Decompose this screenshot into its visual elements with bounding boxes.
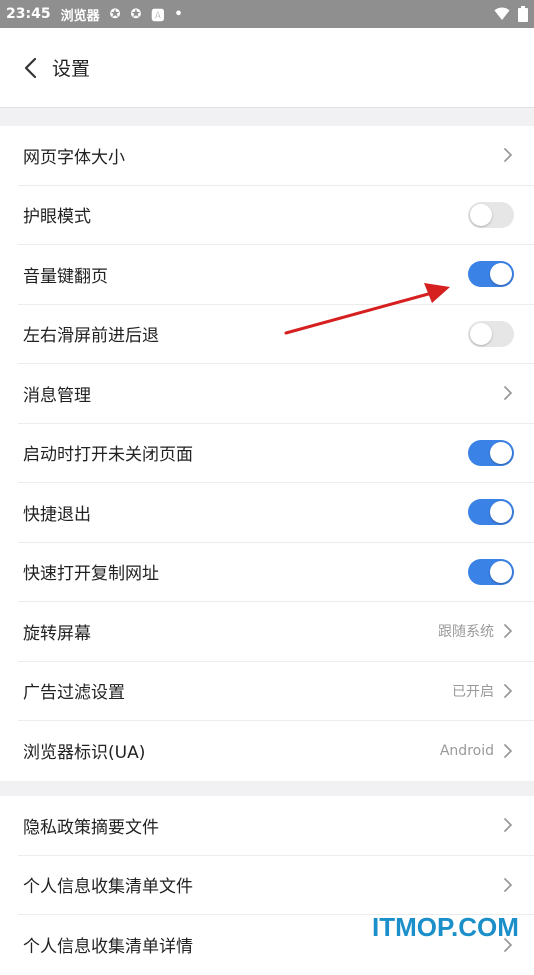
- chevron-right-icon: [504, 743, 512, 758]
- back-button[interactable]: [0, 28, 60, 108]
- settings-row-label: 浏览器标识(UA): [23, 743, 146, 764]
- settings-row-label: 广告过滤设置: [23, 683, 125, 704]
- settings-group-privacy: 隐私政策摘要文件 个人信息收集清单文件 个人信息收集清单详情: [0, 796, 534, 975]
- settings-row-label: 快捷退出: [23, 504, 91, 525]
- chevron-right-icon: [504, 624, 512, 639]
- toggle-knob: [470, 322, 492, 345]
- settings-row[interactable]: 旋转屏幕 跟随系统: [18, 602, 534, 662]
- header-bar: 设置: [0, 28, 534, 108]
- chevron-right-icon: [504, 818, 512, 833]
- status-bar: 23:45 浏览器 ✪ ✪ 🅰 •: [0, 0, 534, 28]
- dot-icon: •: [174, 6, 183, 22]
- sync-icon: ✪: [109, 6, 121, 22]
- a-icon: 🅰: [151, 8, 165, 24]
- settings-row-label: 左右滑屏前进后退: [23, 326, 159, 347]
- settings-row-label: 网页字体大小: [23, 147, 125, 168]
- settings-row[interactable]: 快速打开复制网址: [18, 543, 534, 602]
- settings-row[interactable]: 音量键翻页: [18, 245, 534, 305]
- settings-row-label: 护眼模式: [23, 207, 91, 228]
- settings-row-label: 消息管理: [23, 385, 91, 406]
- settings-row-label: 隐私政策摘要文件: [23, 817, 159, 838]
- settings-row-value: Android: [439, 742, 494, 759]
- battery-icon: [518, 6, 528, 22]
- settings-row-label: 旋转屏幕: [23, 623, 91, 644]
- settings-row[interactable]: 消息管理: [18, 364, 534, 424]
- toggle-switch[interactable]: [468, 201, 514, 228]
- toggle-switch[interactable]: [468, 439, 514, 466]
- chevron-right-icon: [504, 877, 512, 892]
- page-title: 设置: [52, 58, 91, 80]
- settings-row[interactable]: 广告过滤设置 已开启: [18, 662, 534, 721]
- settings-row-value: 跟随系统: [438, 624, 494, 641]
- settings-group-general: 网页字体大小 护眼模式音量键翻页左右滑屏前进后退 消息管理启动时打开未关闭页面 快捷退…: [0, 126, 534, 781]
- settings-row-label: 快速打开复制网址: [23, 564, 159, 585]
- settings-row[interactable]: 个人信息收集清单文件: [18, 856, 534, 915]
- watermark: ITMOP.COM: [372, 912, 519, 942]
- status-app-name: 浏览器: [60, 8, 100, 24]
- settings-row-label: 音量键翻页: [23, 266, 108, 287]
- toggle-switch[interactable]: [468, 558, 514, 585]
- settings-row[interactable]: 隐私政策摘要文件: [18, 796, 534, 856]
- settings-row-label: 个人信息收集清单文件: [23, 877, 193, 898]
- wifi-icon: [494, 7, 510, 20]
- toggle-knob: [470, 203, 492, 226]
- settings-row-label: 启动时打开未关闭页面: [23, 445, 193, 466]
- settings-row[interactable]: 网页字体大小: [18, 126, 534, 186]
- chevron-right-icon: [504, 386, 512, 401]
- back-arrow-icon: [24, 57, 37, 78]
- chevron-right-icon: [504, 683, 512, 698]
- status-time: 23:45: [6, 6, 51, 22]
- toggle-knob: [490, 560, 512, 583]
- sync-icon: ✪: [130, 6, 142, 22]
- settings-row[interactable]: 护眼模式: [18, 186, 534, 245]
- toggle-knob: [490, 263, 512, 286]
- toggle-switch[interactable]: [468, 261, 514, 288]
- settings-row-value: 已开启: [452, 683, 494, 700]
- toggle-switch[interactable]: [468, 320, 514, 347]
- toggle-knob: [490, 441, 512, 464]
- settings-row[interactable]: 浏览器标识(UA) Android: [18, 721, 534, 781]
- settings-row[interactable]: 左右滑屏前进后退: [18, 305, 534, 364]
- chevron-right-icon: [504, 148, 512, 163]
- toggle-knob: [490, 501, 512, 524]
- settings-row[interactable]: 快捷退出: [18, 483, 534, 543]
- toggle-switch[interactable]: [468, 499, 514, 526]
- settings-row[interactable]: 启动时打开未关闭页面: [18, 424, 534, 483]
